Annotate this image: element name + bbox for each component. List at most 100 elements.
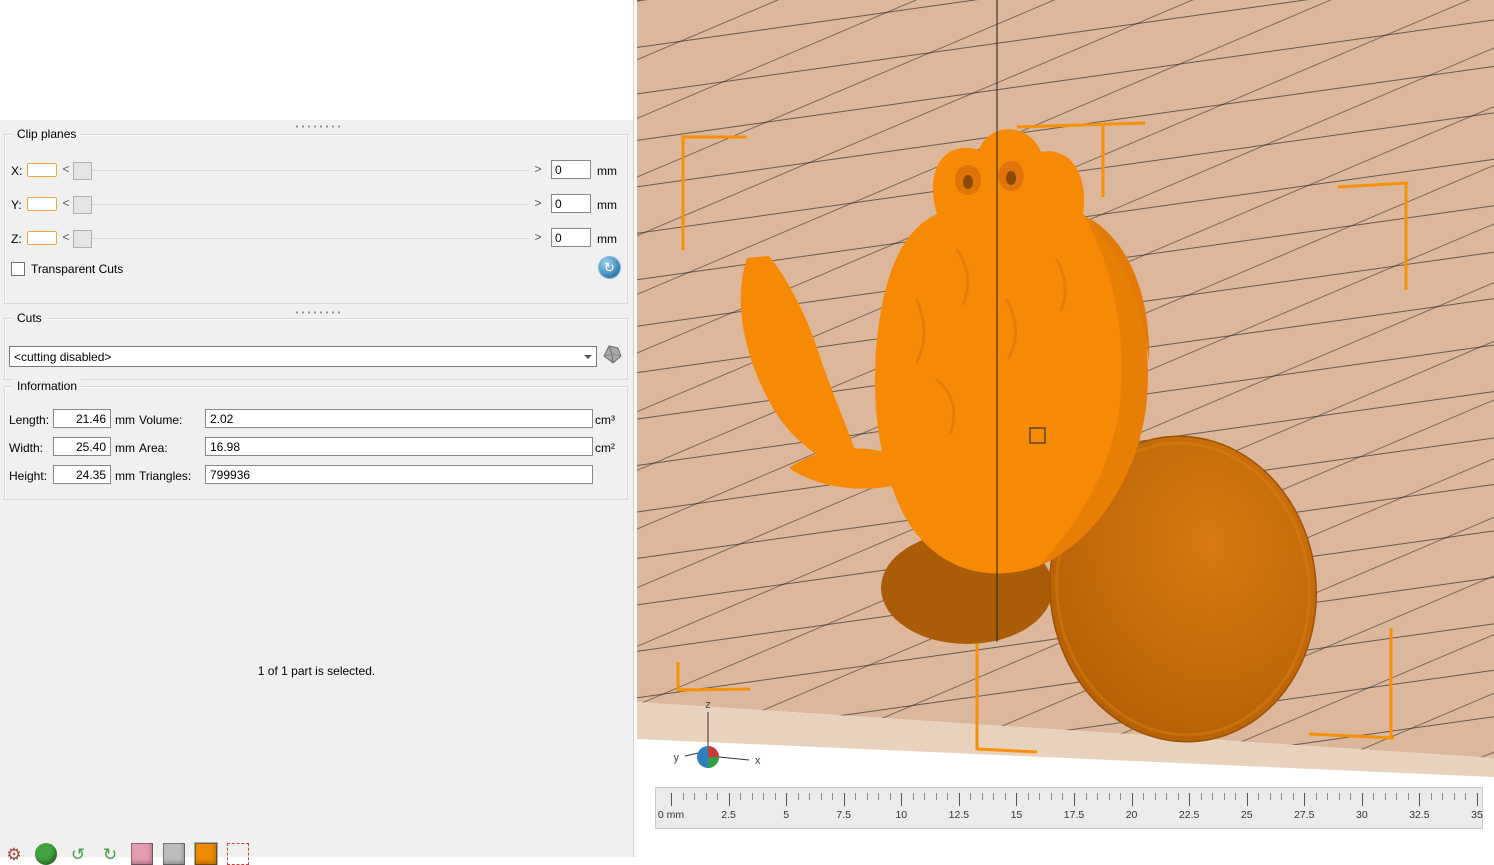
axis-color-box[interactable] (27, 231, 57, 245)
repair-sphere-icon[interactable] (35, 843, 57, 865)
bottom-toolbar: ⚙ ↺ ↻ (3, 842, 249, 865)
ruler-tick-minor (1269, 793, 1271, 800)
ruler-tick-minor (1442, 793, 1444, 800)
selection-cube-icon[interactable] (227, 843, 249, 865)
ruler-tick-minor (1407, 793, 1409, 800)
viewport-3d[interactable]: z x y 0 mm 2.5 5 7.5 10 12.5 15 17.5 20 22.5 25 27.… (637, 0, 1494, 857)
slider-right-arrow-icon[interactable]: > (533, 162, 543, 176)
transparent-cuts-checkbox[interactable] (11, 262, 25, 276)
slider-thumb[interactable] (73, 162, 92, 180)
ruler-tick-minor (1373, 793, 1375, 800)
ruler-tick-label: 35 (1471, 809, 1483, 821)
ruler-tick-minor (878, 793, 880, 800)
information-row: Width: mm Area: cm² (5, 437, 625, 459)
printer-icon[interactable] (163, 843, 185, 865)
information-row: Height: mm Triangles: (5, 465, 625, 487)
ruler-tick-minor (993, 793, 995, 800)
ruler-tick-minor (1396, 793, 1398, 800)
ruler-tick-minor (1166, 793, 1168, 800)
rotate-left-icon[interactable]: ↺ (67, 843, 89, 865)
cuts-dropdown[interactable]: <cutting disabled> (9, 346, 597, 367)
ruler-tick-minor (832, 793, 834, 800)
nostril-left-hole (963, 175, 973, 189)
info-value-field[interactable] (205, 465, 593, 484)
ruler-tick-minor (1177, 793, 1179, 800)
clip-value-input[interactable] (551, 160, 591, 179)
ruler-tick-label: 25 (1240, 809, 1253, 821)
ruler-tick-minor (924, 793, 926, 800)
ruler-tick-minor (1315, 793, 1317, 800)
clip-plane-row-z: Z: < > mm (5, 228, 625, 249)
ruler-tick-label: 10 (895, 809, 908, 821)
slider-thumb[interactable] (73, 230, 92, 248)
info-value-field[interactable] (53, 465, 111, 484)
clip-planes-group: Clip planes Transparent Cuts ↻ X: < > mm Y: <… (4, 127, 628, 304)
ruler-tick-minor (740, 793, 742, 800)
ruler-tick-minor (694, 793, 696, 800)
slider-track[interactable] (73, 204, 529, 205)
ruler-tick-major (1189, 793, 1191, 806)
info-unit: mm (115, 469, 135, 483)
clip-value-input[interactable] (551, 228, 591, 247)
part-icon[interactable] (194, 842, 218, 865)
ruler-tick-minor (1039, 793, 1041, 800)
info-value-field[interactable] (205, 437, 593, 456)
ruler-tick-major (843, 793, 845, 806)
package-icon[interactable] (131, 843, 153, 865)
ruler-tick-minor (1120, 793, 1122, 800)
ruler-tick-minor (1281, 793, 1283, 800)
ruler-tick-major (1477, 793, 1478, 806)
slider-track[interactable] (73, 170, 529, 171)
settings-gear-icon[interactable]: ⚙ (3, 843, 25, 865)
info-value-field[interactable] (53, 437, 111, 456)
info-label: Area: (139, 441, 168, 455)
ruler-tick-minor (1097, 793, 1099, 800)
ruler-tick-label: 7.5 (836, 809, 852, 821)
ruler-tick-major (1016, 793, 1018, 806)
slider-track[interactable] (73, 238, 529, 239)
axis-label: X: (11, 164, 23, 178)
slider-left-arrow-icon[interactable]: < (61, 230, 71, 244)
info-value-field[interactable] (53, 409, 111, 428)
ruler-tick-label: 2.5 (721, 809, 736, 821)
slider-right-arrow-icon[interactable]: > (533, 230, 543, 244)
slider-left-arrow-icon[interactable]: < (61, 196, 71, 210)
chevron-down-icon[interactable] (579, 347, 596, 366)
ruler-tick-minor (1465, 793, 1467, 800)
slider-right-arrow-icon[interactable]: > (533, 196, 543, 210)
rotate-right-icon[interactable]: ↻ (99, 843, 121, 865)
clip-value-input[interactable] (551, 194, 591, 213)
ruler-tick-minor (1200, 793, 1202, 800)
ruler-tick-major (1074, 793, 1075, 806)
axis-unit: mm (597, 164, 617, 178)
ruler-tick-label: 15 (1010, 809, 1023, 821)
information-row: Length: mm Volume: cm³ (5, 409, 625, 431)
ruler-tick-major (958, 793, 960, 806)
ruler-tick-major (901, 793, 903, 806)
scene-canvas[interactable]: z x y (637, 0, 1494, 857)
ruler-tick-minor (1143, 793, 1145, 800)
info-unit: cm² (595, 441, 615, 455)
side-panel: Clip planes Transparent Cuts ↻ X: < > mm Y: <… (0, 0, 633, 865)
info-value-field[interactable] (205, 409, 593, 428)
splitter-dots-icon (293, 310, 340, 314)
axis-color-box[interactable] (27, 163, 57, 177)
ruler-tick-minor (774, 793, 776, 800)
slider-thumb[interactable] (73, 196, 92, 214)
cut-tool-icon[interactable] (599, 341, 625, 367)
reset-clip-button[interactable]: ↻ (599, 257, 620, 278)
ruler-tick-minor (1384, 793, 1386, 800)
ruler-tick-minor (705, 793, 707, 800)
nostril-right-hole (1006, 171, 1016, 185)
slider-left-arrow-icon[interactable]: < (61, 162, 71, 176)
ruler-tick-minor (1258, 793, 1260, 800)
panel-splitter-handle[interactable] (0, 122, 633, 130)
ruler-tick-label: 12.5 (948, 809, 970, 821)
panel-splitter-handle-2[interactable] (0, 308, 633, 316)
ruler-tick-label: 22.5 (1178, 809, 1200, 821)
ruler-tick-minor (809, 793, 811, 800)
info-unit: mm (115, 441, 135, 455)
info-label: Volume: (139, 413, 183, 427)
axis-color-box[interactable] (27, 197, 57, 211)
ruler-tick-major (1419, 793, 1421, 806)
